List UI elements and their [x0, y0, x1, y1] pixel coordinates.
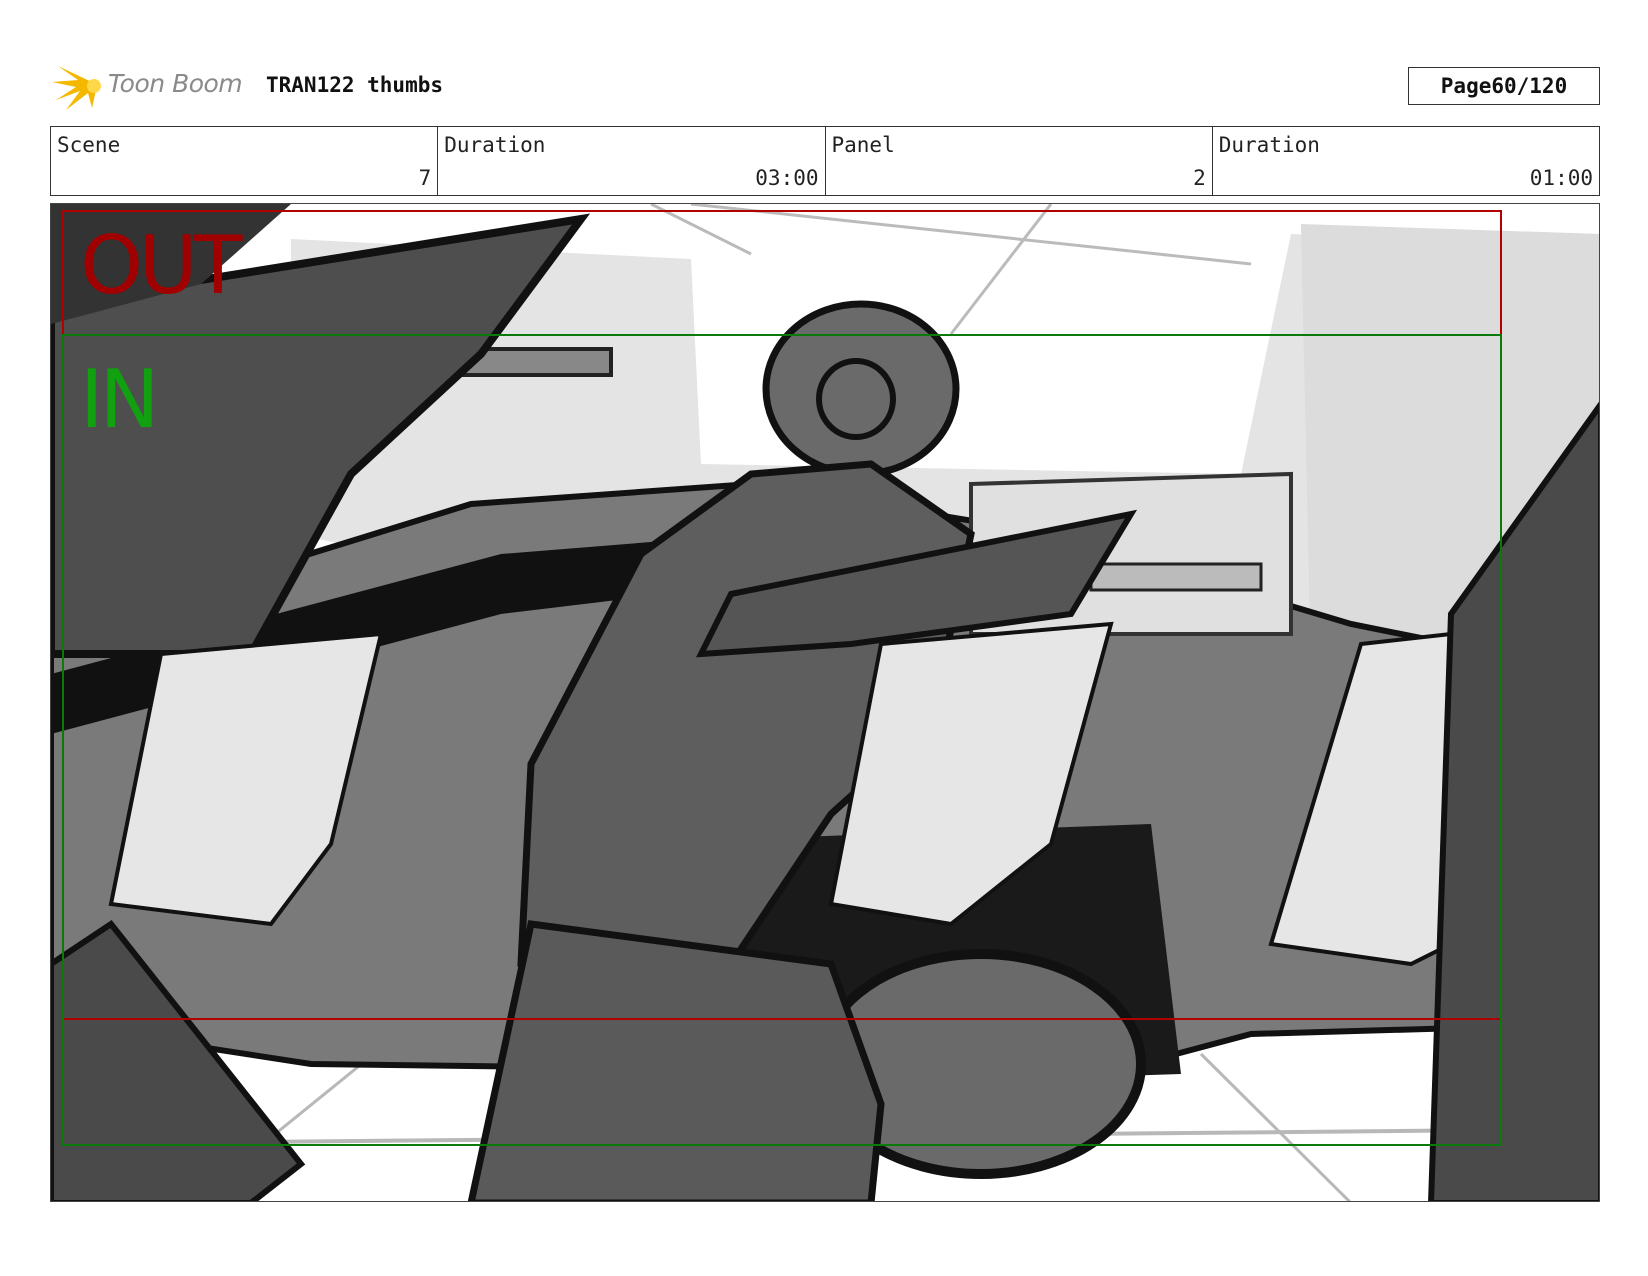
panel-sketch: [51, 204, 1599, 1201]
document-title: TRAN122 thumbs: [266, 73, 444, 97]
toon-boom-logo: Toon Boom: [52, 60, 252, 114]
scene-duration-label: Duration: [444, 133, 546, 157]
panel-cell: Panel 2: [826, 127, 1213, 195]
storyboard-panel: [50, 203, 1600, 1202]
panel-label: Panel: [831, 133, 895, 157]
scene-label: Scene: [57, 133, 121, 157]
page-indicator: Page 60/120: [1408, 67, 1600, 105]
out-frame-label: OUT: [80, 219, 242, 312]
panel-duration-value: 01:00: [1529, 166, 1593, 190]
panel-duration-cell: Duration 01:00: [1213, 127, 1599, 195]
scene-duration-value: 03:00: [755, 166, 819, 190]
page-number: 60/120: [1491, 74, 1568, 98]
scene-info-table: Scene 7 Duration 03:00 Panel 2 Duration …: [50, 126, 1600, 196]
panel-value: 2: [1193, 166, 1206, 190]
scene-cell: Scene 7: [51, 127, 439, 195]
starburst-icon: [52, 66, 101, 110]
scene-duration-cell: Duration 03:00: [438, 127, 826, 195]
logo-text: Toon Boom: [108, 69, 243, 98]
scene-value: 7: [418, 166, 432, 190]
in-frame-label: IN: [80, 353, 159, 446]
panel-duration-label: Duration: [1218, 133, 1320, 157]
page-label: Page: [1440, 74, 1492, 98]
